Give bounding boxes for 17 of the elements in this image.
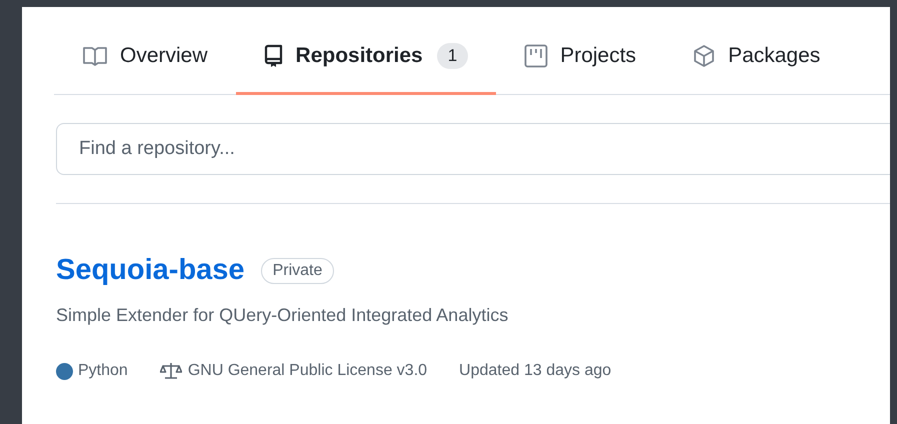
updated-label: Updated 13 days ago bbox=[459, 362, 612, 380]
count-badge: 1 bbox=[436, 42, 468, 68]
repository-description: Simple Extender for QUery-Oriented Integrated Analytics bbox=[56, 305, 510, 326]
language-label: Python bbox=[78, 362, 128, 380]
tab[interactable]: Overview bbox=[54, 19, 236, 95]
visibility-label: Private bbox=[260, 258, 334, 284]
repository-link[interactable]: Sequoia-base bbox=[56, 254, 245, 287]
tab[interactable]: Repositories 1 bbox=[236, 19, 496, 95]
tab[interactable]: Packages bbox=[664, 19, 848, 95]
repo-icon bbox=[264, 44, 284, 68]
license-label: GNU General Public License v3.0 bbox=[188, 362, 428, 380]
tab[interactable]: Projects bbox=[496, 19, 664, 95]
project-board-icon bbox=[524, 44, 548, 68]
book-icon bbox=[82, 46, 108, 66]
search-field[interactable]: Find a repository... bbox=[56, 123, 890, 175]
scale-icon bbox=[160, 362, 182, 380]
package-icon bbox=[692, 44, 716, 68]
